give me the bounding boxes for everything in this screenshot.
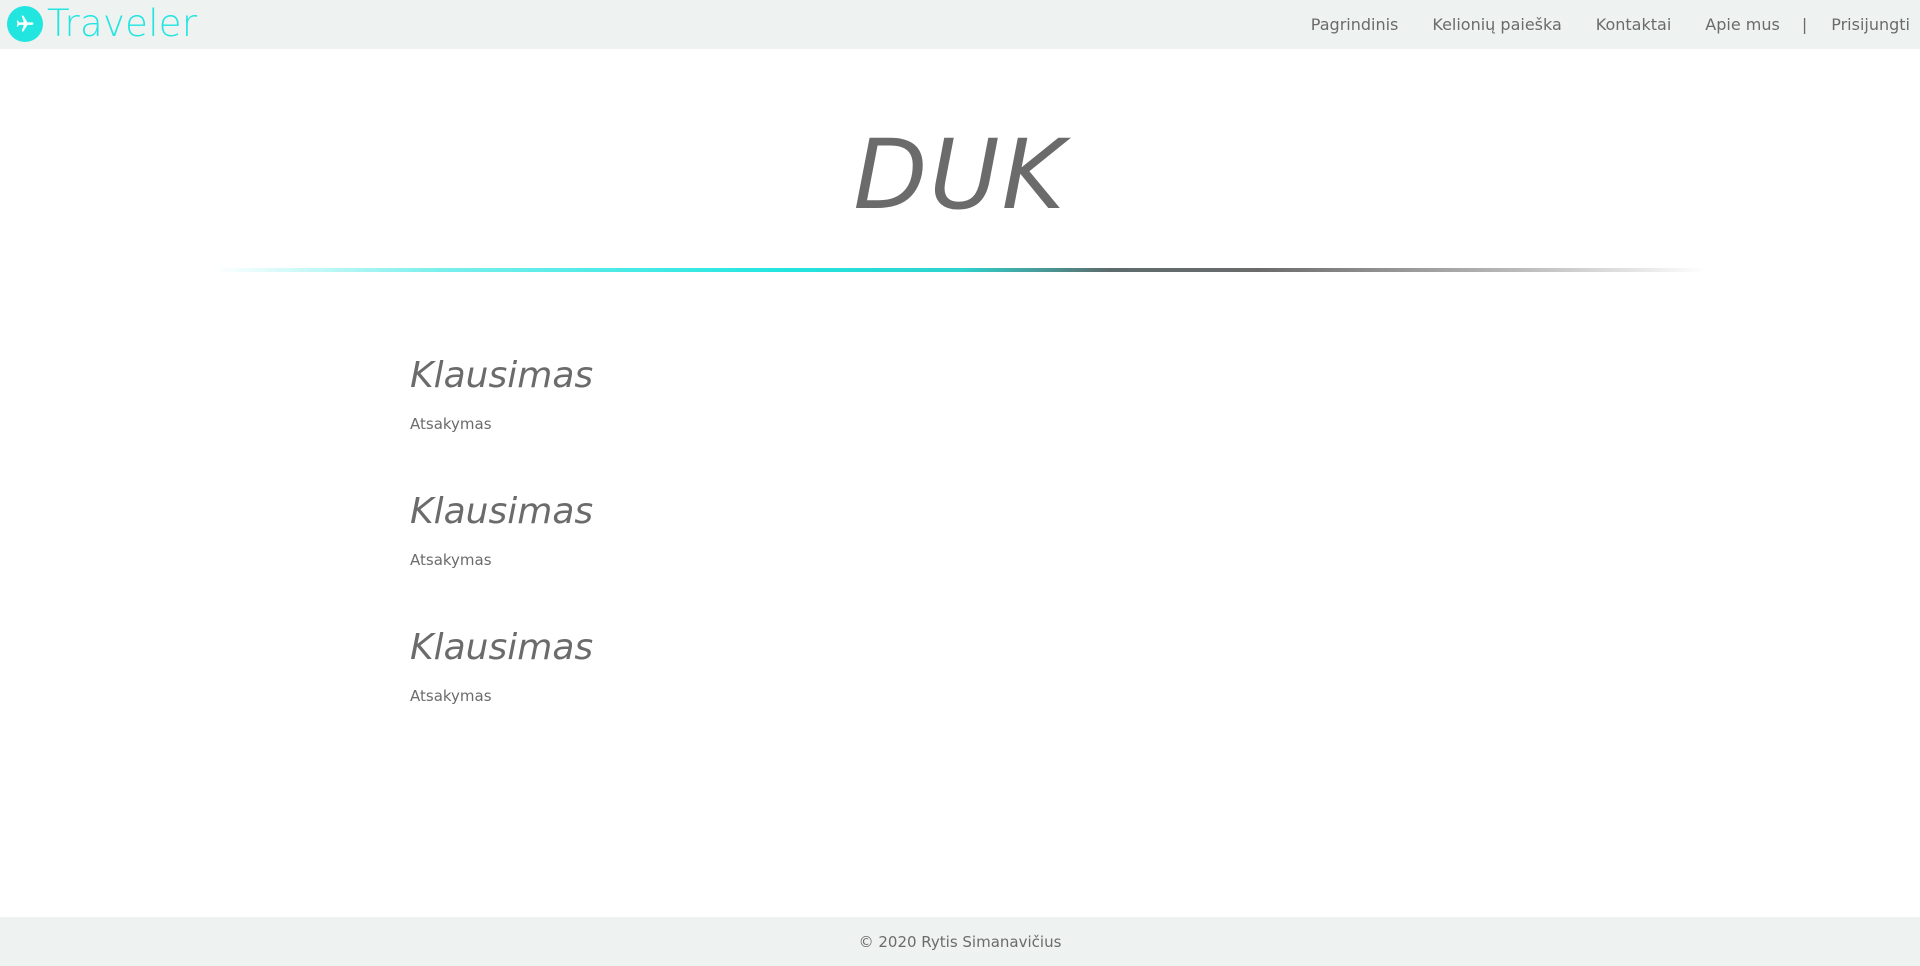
nav-link-login[interactable]: Prisijungti (1831, 15, 1910, 34)
main-nav: Pagrindinis Kelionių paieška Kontaktai A… (1311, 0, 1920, 49)
faq-answer: Atsakymas (410, 551, 492, 569)
nav-link-contacts[interactable]: Kontaktai (1596, 15, 1672, 34)
faq-question: Klausimas (410, 491, 594, 532)
copyright-text: © 2020 Rytis Simanavičius (858, 932, 1062, 951)
nav-separator: | (1801, 15, 1808, 34)
top-navbar: Traveler Pagrindinis Kelionių paieška Ko… (0, 0, 1920, 49)
faq-item: Klausimas Atsakymas (410, 350, 1510, 486)
faq-list: Klausimas Atsakymas Klausimas Atsakymas … (410, 350, 1510, 758)
faq-question: Klausimas (410, 355, 594, 396)
footer: © 2020 Rytis Simanavičius (0, 917, 1920, 966)
brand-name: Traveler (47, 2, 198, 45)
faq-answer: Atsakymas (410, 687, 492, 705)
brand-logo-link[interactable]: Traveler (7, 5, 197, 43)
airplane-icon (7, 6, 43, 42)
nav-link-home[interactable]: Pagrindinis (1311, 15, 1399, 34)
nav-link-about[interactable]: Apie mus (1705, 15, 1780, 34)
faq-answer: Atsakymas (410, 415, 492, 433)
page-title: DUK (853, 119, 1067, 231)
faq-item: Klausimas Atsakymas (410, 622, 1510, 758)
nav-link-trip-search[interactable]: Kelionių paieška (1432, 15, 1561, 34)
faq-question: Klausimas (410, 627, 594, 668)
faq-item: Klausimas Atsakymas (410, 486, 1510, 622)
title-divider (215, 268, 1705, 272)
